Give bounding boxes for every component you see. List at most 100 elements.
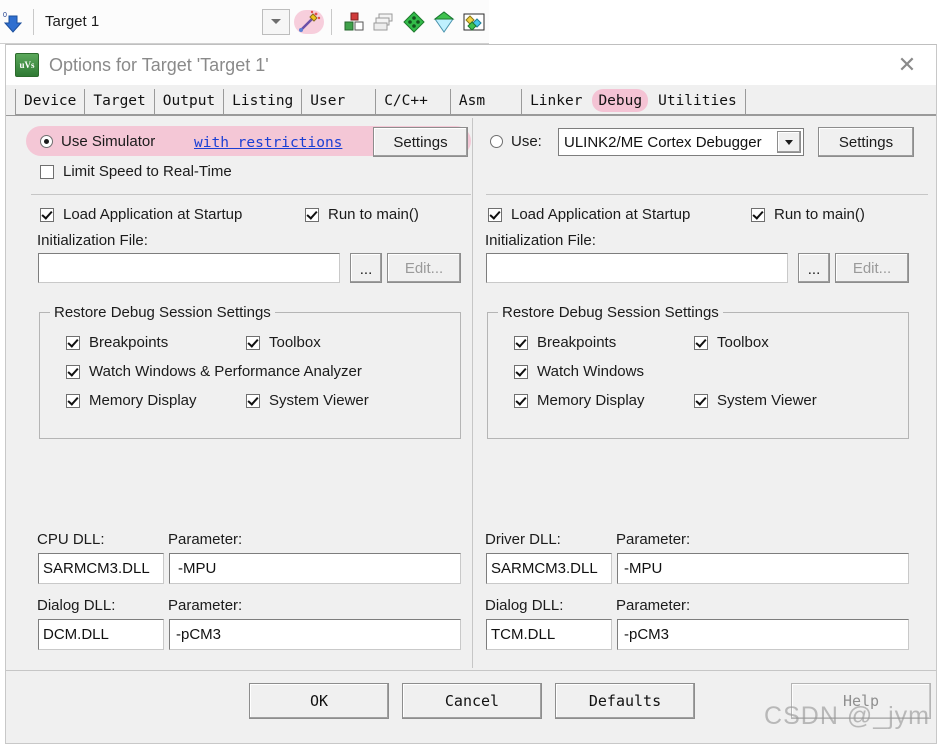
load-app-checkbox-right[interactable] xyxy=(488,207,502,222)
restore-watch-windows-row-left[interactable]: Watch Windows & Performance Analyzer xyxy=(66,363,362,380)
init-file-edit-button-right[interactable]: Edit... xyxy=(835,253,909,283)
restore-toolbox-label-left: Toolbox xyxy=(269,334,321,351)
tab-device[interactable]: Device xyxy=(15,89,86,115)
restore-watch-windows-row-right[interactable]: Watch Windows xyxy=(514,363,644,380)
run-to-main-row-left[interactable]: Run to main() xyxy=(305,206,419,223)
load-app-row-left[interactable]: Load Application at Startup xyxy=(40,206,242,223)
tab-utilities[interactable]: Utilities xyxy=(650,89,746,115)
chevron-down-icon[interactable] xyxy=(777,131,801,153)
load-app-checkbox-left[interactable] xyxy=(40,207,54,222)
tab-output[interactable]: Output xyxy=(155,89,225,115)
tab-linker[interactable]: Linker xyxy=(522,89,590,115)
init-file-input-left[interactable] xyxy=(38,253,340,283)
init-file-edit-button-left[interactable]: Edit... xyxy=(387,253,461,283)
dialog-dll-input-left[interactable]: DCM.DLL xyxy=(38,619,164,650)
restore-breakpoints-checkbox-right[interactable] xyxy=(514,335,528,350)
dialog-parameter-input-left[interactable]: -pCM3 xyxy=(169,619,461,650)
load-app-row-right[interactable]: Load Application at Startup xyxy=(488,206,690,223)
cpu-dll-input[interactable]: SARMCM3.DLL xyxy=(38,553,164,584)
run-to-main-row-right[interactable]: Run to main() xyxy=(751,206,865,223)
tab-target[interactable]: Target xyxy=(85,89,155,115)
limit-speed-checkbox[interactable] xyxy=(40,164,54,179)
limit-speed-row[interactable]: Limit Speed to Real-Time xyxy=(40,163,232,180)
restore-breakpoints-row-left[interactable]: Breakpoints xyxy=(66,334,168,351)
uvision-app-icon: uVs xyxy=(15,53,39,77)
restore-watch-windows-checkbox-right[interactable] xyxy=(514,364,528,379)
debugger-select[interactable]: ULINK2/ME Cortex Debugger xyxy=(558,128,804,156)
tab-listing[interactable]: Listing xyxy=(224,89,303,115)
restore-memory-display-checkbox-right[interactable] xyxy=(514,393,528,408)
use-driver-label: Use: xyxy=(511,133,542,150)
dialog-dll-input-right[interactable]: TCM.DLL xyxy=(486,619,612,650)
tab-debug[interactable]: Debug xyxy=(590,89,651,115)
restore-watch-windows-checkbox-left[interactable] xyxy=(66,364,80,379)
tab-asm-label: Asm xyxy=(458,93,486,109)
close-icon[interactable]: ✕ xyxy=(884,45,930,85)
run-to-main-checkbox-left[interactable] xyxy=(305,207,319,222)
use-driver-row[interactable]: Use: xyxy=(490,133,542,150)
dialog-footer: OK Cancel Defaults Help CSDN @_jym xyxy=(6,670,936,743)
download-icon[interactable]: 0 xyxy=(2,7,26,37)
restore-breakpoints-row-right[interactable]: Breakpoints xyxy=(514,334,616,351)
restore-toolbox-checkbox-left[interactable] xyxy=(246,335,260,350)
restore-group-title-right: Restore Debug Session Settings xyxy=(498,304,723,321)
restore-toolbox-checkbox-right[interactable] xyxy=(694,335,708,350)
tab-user[interactable]: User xyxy=(302,89,377,115)
restore-memory-display-checkbox-left[interactable] xyxy=(66,393,80,408)
cpu-parameter-input[interactable]: -MPU xyxy=(169,553,461,584)
target-dropdown-arrow-icon[interactable] xyxy=(262,8,290,35)
driver-parameter-label: Parameter: xyxy=(616,531,691,548)
restore-debug-session-group-right: Restore Debug Session Settings Breakpoin… xyxy=(487,304,909,439)
dialog-parameter-input-right[interactable]: -pCM3 xyxy=(617,619,909,650)
driver-parameter-input[interactable]: -MPU xyxy=(617,553,909,584)
use-simulator-label: Use Simulator xyxy=(61,133,156,150)
dialog-dll-label-left: Dialog DLL: xyxy=(37,597,116,614)
use-simulator-radio[interactable] xyxy=(40,135,53,148)
rebuild-all-icon[interactable] xyxy=(459,7,489,37)
tab-bar: Device Target Output Listing User C/C++ … xyxy=(6,87,936,115)
restore-debug-session-group-left: Restore Debug Session Settings Breakpoin… xyxy=(39,304,461,439)
dialog-parameter-label-right: Parameter: xyxy=(616,597,691,614)
use-driver-radio[interactable] xyxy=(490,135,503,148)
restore-system-viewer-row-left[interactable]: System Viewer xyxy=(246,392,369,409)
restore-memory-display-row-right[interactable]: Memory Display xyxy=(514,392,645,409)
dialog-title: Options for Target 'Target 1' xyxy=(49,54,269,75)
tab-utilities-label: Utilities xyxy=(658,93,737,109)
restore-system-viewer-checkbox-left[interactable] xyxy=(246,393,260,408)
left-separator-line xyxy=(31,194,471,195)
restore-memory-display-row-left[interactable]: Memory Display xyxy=(66,392,197,409)
with-restrictions-link[interactable]: with restrictions xyxy=(194,135,342,151)
help-button[interactable]: Help xyxy=(791,683,931,719)
limit-speed-label: Limit Speed to Real-Time xyxy=(63,163,232,180)
restore-system-viewer-checkbox-right[interactable] xyxy=(694,393,708,408)
restore-breakpoints-checkbox-left[interactable] xyxy=(66,335,80,350)
use-simulator-row[interactable]: Use Simulator xyxy=(40,133,155,150)
simulator-panel: Use Simulator with restrictions Settings… xyxy=(6,116,472,671)
ok-button[interactable]: OK xyxy=(249,683,389,719)
tab-user-label: User xyxy=(310,93,346,109)
init-file-browse-button-left[interactable]: ... xyxy=(350,253,382,283)
restore-toolbox-row-right[interactable]: Toolbox xyxy=(694,334,769,351)
right-separator-line xyxy=(486,194,928,195)
driver-dll-label: Driver DLL: xyxy=(485,531,561,548)
run-to-main-checkbox-right[interactable] xyxy=(751,207,765,222)
manage-run-time-environment-icon[interactable] xyxy=(369,7,399,37)
restore-system-viewer-row-right[interactable]: System Viewer xyxy=(694,392,817,409)
init-file-browse-button-right[interactable]: ... xyxy=(798,253,830,283)
manage-project-items-icon[interactable] xyxy=(339,7,369,37)
cancel-button[interactable]: Cancel xyxy=(402,683,542,719)
init-file-input-right[interactable] xyxy=(486,253,788,283)
restore-toolbox-row-left[interactable]: Toolbox xyxy=(246,334,321,351)
batch-build-icon[interactable] xyxy=(399,7,429,37)
tab-cpp[interactable]: C/C++ xyxy=(376,89,451,115)
tab-asm[interactable]: Asm xyxy=(451,89,523,115)
simulator-settings-button[interactable]: Settings xyxy=(373,127,468,157)
debugger-settings-button[interactable]: Settings xyxy=(818,127,914,157)
magic-wand-configure-icon[interactable] xyxy=(294,7,324,37)
panel-divider xyxy=(472,118,473,668)
build-target-icon[interactable] xyxy=(429,7,459,37)
init-file-label-right: Initialization File: xyxy=(485,232,596,249)
driver-dll-input[interactable]: SARMCM3.DLL xyxy=(486,553,612,584)
restore-system-viewer-label-left: System Viewer xyxy=(269,392,369,409)
defaults-button[interactable]: Defaults xyxy=(555,683,695,719)
